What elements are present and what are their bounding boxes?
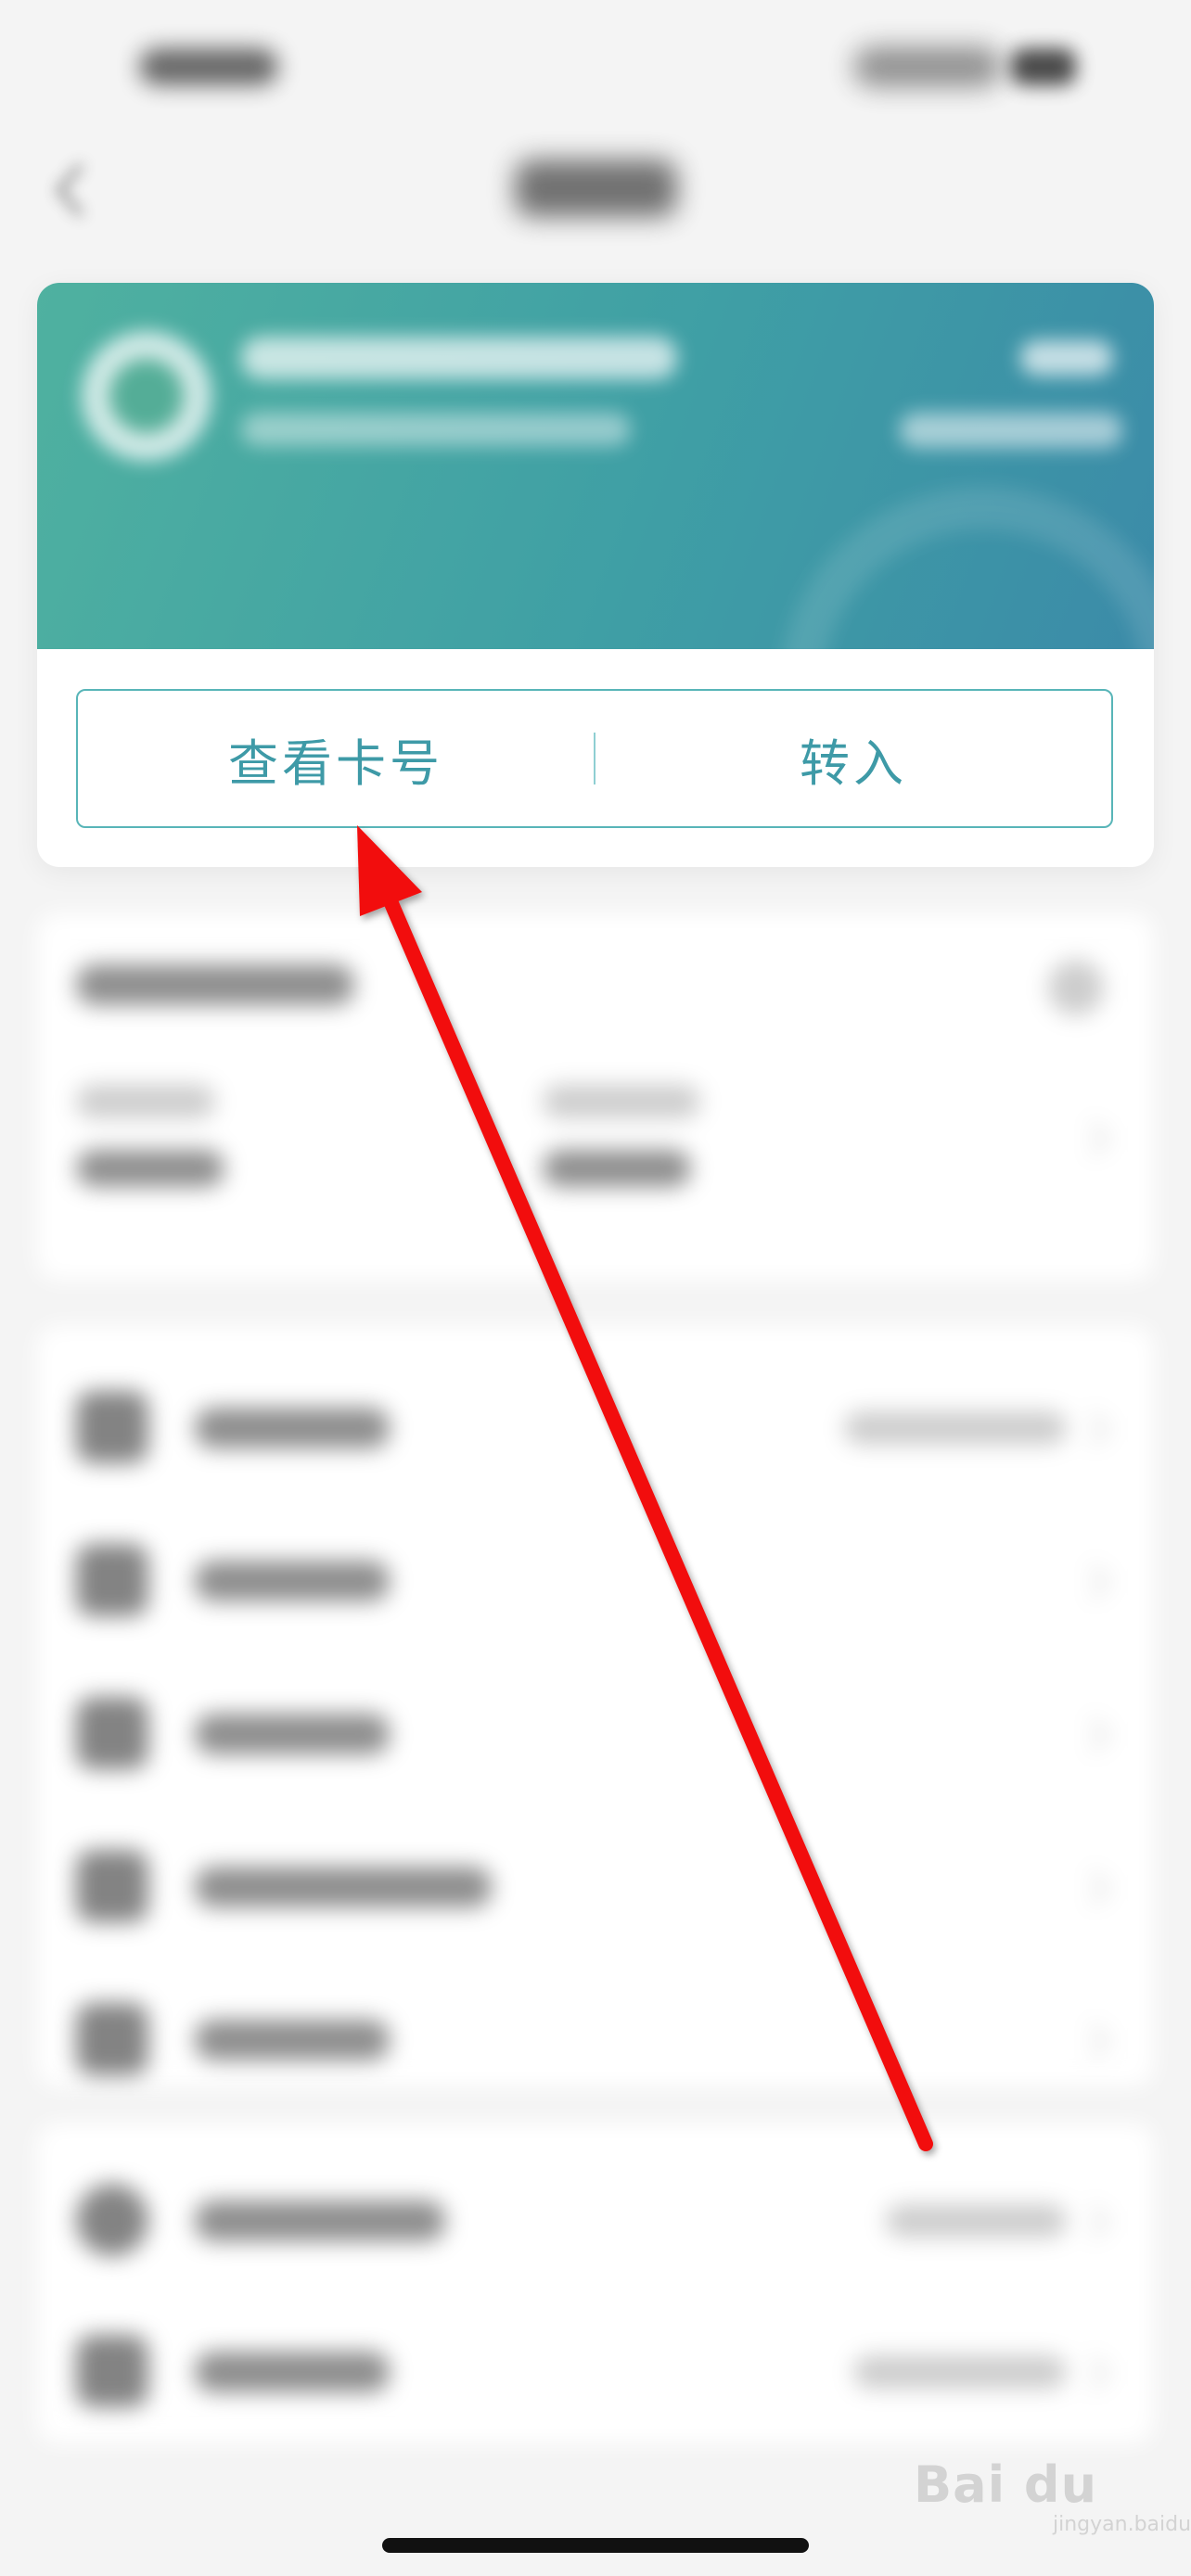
baidu-watermark: Bai du jingyan.baidu.com — [914, 2439, 1191, 2541]
chevron-right-icon — [1075, 2023, 1110, 2059]
chevron-right-icon — [1075, 1870, 1110, 1906]
card-action-bar: 查看卡号 转入 — [76, 689, 1113, 828]
summary-value-1-blurred — [76, 1150, 224, 1187]
battery-icon — [1011, 48, 1076, 85]
list-item-label-blurred — [195, 2352, 390, 2392]
summary-action-icon[interactable] — [1048, 960, 1104, 1015]
card-desc-blurred — [900, 413, 1122, 448]
summary-label-1-blurred — [76, 1085, 215, 1118]
list-item-label-blurred — [195, 1561, 390, 1601]
summary-title-blurred — [76, 964, 354, 1005]
chevron-right-icon[interactable] — [1075, 1121, 1110, 1156]
chevron-right-icon — [1075, 2355, 1110, 2391]
list-item-icon — [76, 2184, 148, 2256]
card-type-blurred — [1020, 340, 1113, 376]
list-item-icon — [76, 1697, 148, 1769]
list-item-value-blurred — [853, 2355, 1067, 2389]
list-item-icon — [76, 1850, 148, 1922]
transfer-in-button[interactable]: 转入 — [596, 691, 1111, 826]
list-item-value-blurred — [886, 2204, 1067, 2238]
services-list — [37, 1326, 1154, 2086]
list-item-label-blurred — [195, 1867, 492, 1907]
chevron-right-icon — [1075, 1717, 1110, 1753]
list-item-icon — [76, 2003, 148, 2075]
status-bar — [0, 0, 1191, 130]
home-indicator[interactable] — [382, 2538, 809, 2553]
summary-value-2-blurred — [543, 1150, 691, 1187]
summary-label-2-blurred — [543, 1085, 700, 1118]
status-time-blurred — [139, 48, 278, 85]
chevron-right-icon — [1075, 2204, 1110, 2239]
list-item-value-blurred — [844, 1411, 1067, 1445]
watermark-url: jingyan.baidu.com — [1053, 2513, 1191, 2536]
list-item-label-blurred — [195, 2020, 390, 2060]
list-item-label-blurred — [195, 1408, 390, 1448]
view-card-number-button[interactable]: 查看卡号 — [78, 691, 594, 826]
account-settings-list — [37, 2123, 1154, 2443]
chevron-right-icon — [1075, 1564, 1110, 1600]
bank-name-blurred — [241, 337, 677, 379]
list-item-label-blurred — [195, 2200, 445, 2241]
back-icon[interactable] — [52, 158, 89, 223]
list-item-icon — [76, 1544, 148, 1616]
page-title-blurred — [515, 159, 677, 217]
list-item-icon — [76, 2335, 148, 2407]
watermark-brand: Bai du — [914, 2455, 1098, 2514]
card-header — [37, 283, 1154, 649]
list-item-label-blurred — [195, 1714, 390, 1754]
status-signal-blurred — [853, 46, 1002, 87]
chevron-right-icon — [1075, 1411, 1110, 1447]
bank-logo-inner — [109, 359, 184, 433]
list-item-icon — [76, 1391, 148, 1463]
bank-card: 查看卡号 转入 — [37, 283, 1154, 867]
card-number-blurred — [241, 413, 631, 446]
card-watermark-icon — [779, 487, 1154, 649]
account-summary-section — [37, 913, 1154, 1280]
